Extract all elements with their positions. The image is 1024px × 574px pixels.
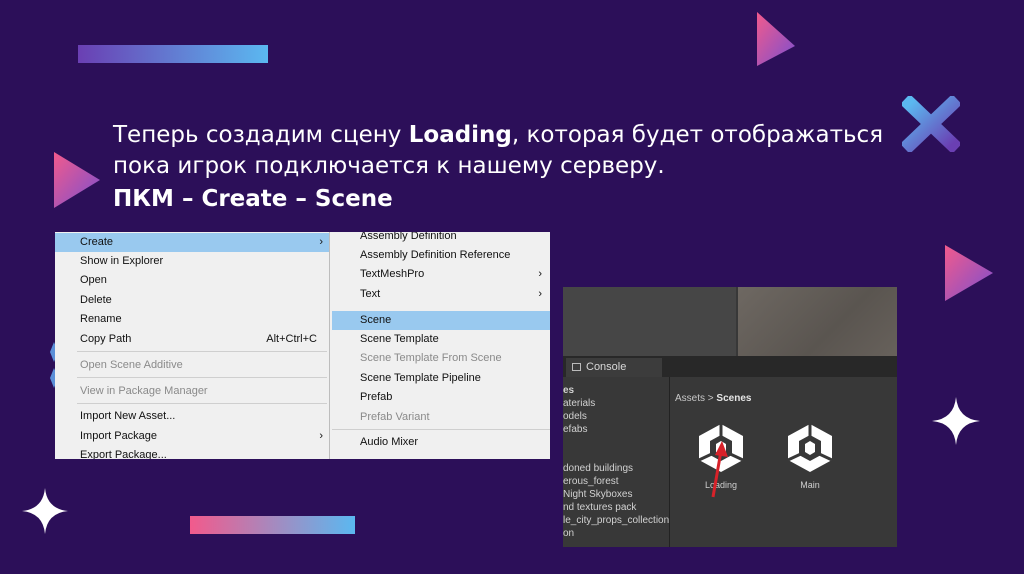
menu-separator bbox=[77, 377, 327, 378]
heading-text-pre: Теперь создадим сцену bbox=[113, 122, 409, 148]
heading-text-post: , которая будет отображаться bbox=[511, 122, 884, 148]
menu-item-label: Scene Template Pipeline bbox=[360, 372, 481, 384]
menu-item-label: Prefab Variant bbox=[360, 411, 430, 423]
menu-item-open-scene-additive: Open Scene Additive bbox=[55, 356, 329, 375]
heading-text-bold: Loading bbox=[408, 122, 512, 148]
menu-item-import-new-asset[interactable]: Import New Asset... bbox=[55, 407, 329, 426]
decor-triangle-right bbox=[945, 245, 993, 301]
slide-heading: Теперь создадим сцену Loading, которая б… bbox=[113, 120, 933, 182]
breadcrumb-separator: > bbox=[707, 393, 714, 404]
menu-item-label: Create bbox=[80, 236, 114, 248]
menu-item-label: View in Package Manager bbox=[80, 385, 208, 397]
unity-project-screenshot: Console es aterials odels efabs doned bu… bbox=[563, 287, 897, 547]
submenu-item-scene-template[interactable]: Scene Template bbox=[332, 330, 550, 349]
folder-item[interactable]: erous_forest bbox=[563, 475, 619, 488]
chevron-right-icon: › bbox=[319, 430, 323, 442]
menu-item-label: Open bbox=[80, 274, 107, 286]
asset-main-scene[interactable]: Main bbox=[780, 420, 840, 490]
menu-item-view-in-package-manager: View in Package Manager bbox=[55, 382, 329, 401]
menu-item-label: Scene bbox=[360, 314, 392, 326]
menu-separator bbox=[332, 429, 550, 430]
project-folder-tree: es aterials odels efabs doned buildings … bbox=[563, 377, 670, 547]
submenu-item-prefab[interactable]: Prefab bbox=[332, 388, 550, 407]
folder-item[interactable]: Night Skyboxes bbox=[563, 488, 632, 501]
sparkle-icon-bottom-left bbox=[22, 488, 68, 534]
menu-shortcut: Alt+Ctrl+C bbox=[266, 333, 317, 345]
menu-item-label: Assembly Definition Reference bbox=[360, 249, 511, 261]
menu-item-label: Open Scene Additive bbox=[80, 359, 183, 371]
menu-item-label: Scene Template bbox=[360, 333, 439, 345]
submenu-item-scene-template-pipeline[interactable]: Scene Template Pipeline bbox=[332, 369, 550, 388]
menu-item-label: Show in Explorer bbox=[80, 255, 164, 267]
menu-item-label: Import New Asset... bbox=[80, 410, 176, 422]
menu-item-label: Export Package... bbox=[80, 449, 167, 459]
sparkle-icon-right bbox=[932, 397, 980, 445]
submenu-item-assembly-definition[interactable]: Assembly Definition bbox=[332, 232, 550, 246]
heading-text-line2: пока игрок подключается к нашему серверу… bbox=[113, 153, 665, 179]
menu-separator bbox=[77, 403, 327, 404]
submenu-item-scene-template-from-scene: Scene Template From Scene bbox=[332, 349, 550, 368]
menu-item-label: Audio Mixer bbox=[360, 436, 419, 448]
submenu-item-assembly-definition-reference[interactable]: Assembly Definition Reference bbox=[332, 246, 550, 265]
folder-item[interactable]: nd textures pack bbox=[563, 501, 636, 514]
submenu-item-textmeshpro[interactable]: TextMeshPro › bbox=[332, 265, 550, 284]
menu-item-label: Text bbox=[360, 288, 381, 300]
menu-item-show-in-explorer[interactable]: Show in Explorer bbox=[55, 252, 329, 271]
folder-item[interactable]: aterials bbox=[563, 397, 595, 410]
context-menu: Create › Show in Explorer Open Delete Re… bbox=[55, 232, 329, 459]
breadcrumb-root[interactable]: Assets bbox=[675, 393, 705, 404]
submenu-item-text[interactable]: Text › bbox=[332, 285, 550, 304]
asset-label: Main bbox=[800, 480, 820, 490]
menu-separator bbox=[77, 351, 327, 352]
editor-tab-bar: Console bbox=[563, 356, 897, 377]
menu-item-label: Prefab bbox=[360, 391, 393, 403]
chevron-right-icon: › bbox=[538, 268, 542, 280]
menu-item-import-package[interactable]: Import Package › bbox=[55, 427, 329, 446]
chevron-right-icon: › bbox=[319, 236, 323, 248]
unity-scene-icon bbox=[787, 424, 833, 472]
slide-subheading: ПКМ – Create – Scene bbox=[113, 186, 393, 212]
folder-item[interactable]: le_city_props_collection bbox=[563, 514, 669, 527]
folder-item[interactable]: doned buildings bbox=[563, 462, 633, 475]
decor-gradient-bar-bottom bbox=[190, 516, 355, 534]
menu-item-rename[interactable]: Rename bbox=[55, 310, 329, 329]
menu-divider bbox=[329, 232, 330, 459]
menu-item-label: Delete bbox=[80, 294, 112, 306]
folder-item[interactable]: es bbox=[563, 384, 574, 397]
menu-item-create[interactable]: Create › bbox=[55, 233, 329, 252]
menu-item-label: Copy Path bbox=[80, 333, 132, 345]
decor-triangle-left bbox=[54, 152, 100, 208]
decor-triangle-top-right bbox=[757, 12, 795, 66]
menu-item-delete[interactable]: Delete bbox=[55, 291, 329, 310]
menu-item-label: Scene Template From Scene bbox=[360, 352, 502, 364]
submenu-item-scene[interactable]: Scene bbox=[332, 311, 550, 330]
menu-item-label: Import Package bbox=[80, 430, 158, 442]
folder-item[interactable]: efabs bbox=[563, 423, 587, 436]
breadcrumb-current[interactable]: Scenes bbox=[716, 393, 751, 404]
chevron-right-icon: › bbox=[538, 288, 542, 300]
context-menu-screenshot: Create › Show in Explorer Open Delete Re… bbox=[55, 232, 550, 459]
menu-item-open[interactable]: Open bbox=[55, 271, 329, 290]
tab-label: Console bbox=[586, 361, 627, 373]
tab-console[interactable]: Console bbox=[566, 358, 662, 377]
create-submenu: Assembly Definition Assembly Definition … bbox=[332, 232, 550, 459]
menu-item-label: Rename bbox=[80, 313, 122, 325]
menu-item-export-package[interactable]: Export Package... bbox=[55, 446, 329, 459]
folder-item[interactable]: on bbox=[563, 527, 574, 540]
menu-item-label: TextMeshPro bbox=[360, 268, 425, 280]
breadcrumb: Assets > Scenes bbox=[675, 393, 751, 404]
red-arrow-annotation bbox=[711, 441, 728, 498]
menu-item-copy-path[interactable]: Copy Path Alt+Ctrl+C bbox=[55, 330, 329, 349]
scene-view-panel bbox=[563, 287, 736, 356]
submenu-item-prefab-variant: Prefab Variant bbox=[332, 408, 550, 427]
submenu-item-audio-mixer[interactable]: Audio Mixer bbox=[332, 433, 550, 452]
console-icon bbox=[572, 363, 581, 371]
decor-gradient-bar-top bbox=[78, 45, 268, 63]
menu-item-label: Assembly Definition bbox=[360, 232, 457, 242]
game-view-panel bbox=[738, 287, 897, 356]
folder-item[interactable]: odels bbox=[563, 410, 587, 423]
